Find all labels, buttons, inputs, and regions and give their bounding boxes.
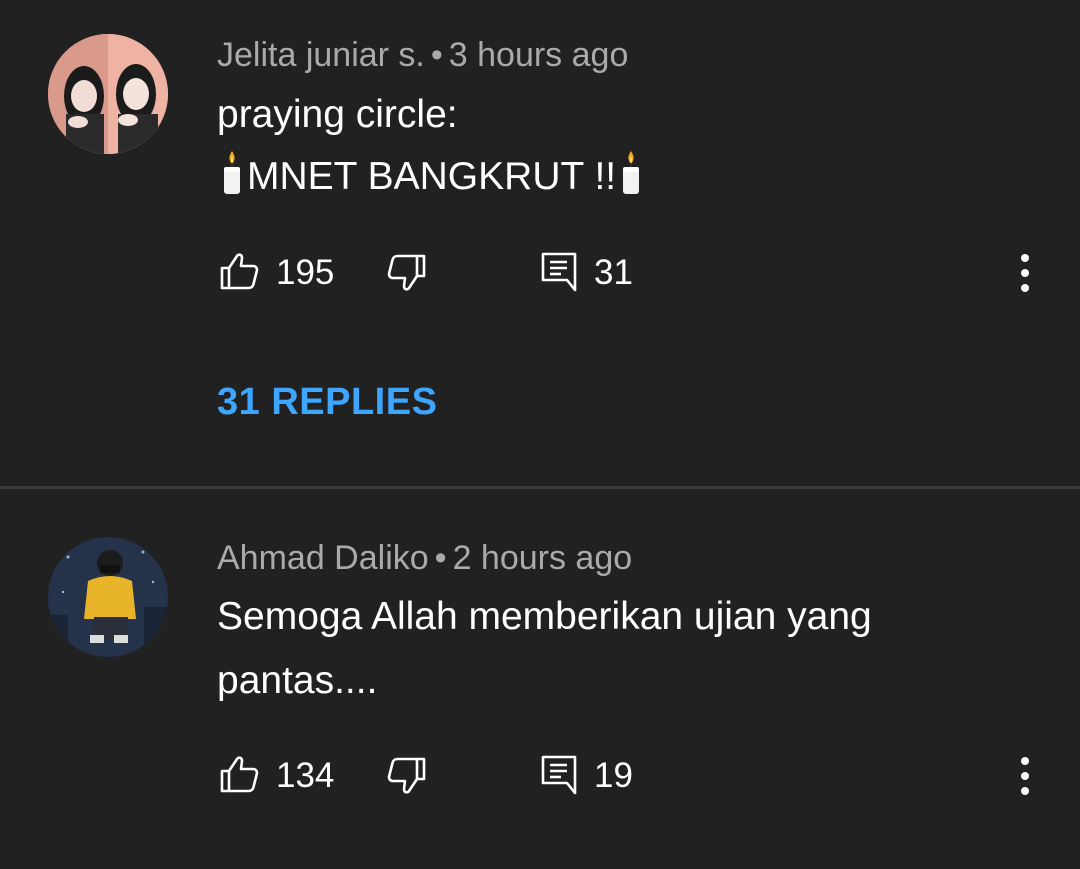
meta-separator: • (430, 36, 443, 74)
comment-time: 2 hours ago (452, 539, 633, 577)
comment-thread-2: Ahmad Daliko • 2 hours ago Semoga Allah me… (0, 489, 1080, 869)
like-count: 134 (276, 756, 335, 795)
comment-actions: 195 31 (0, 248, 1080, 298)
comment-line-2: MNET BANGKRUT !! (217, 146, 977, 208)
candle-icon (224, 151, 240, 194)
comment-line-2-text: MNET BANGKRUT !! (247, 155, 617, 198)
comment-actions: 134 19 (0, 751, 1080, 801)
comment-line-1: praying circle: (217, 93, 458, 136)
more-vertical-icon[interactable] (1010, 754, 1040, 798)
thumbs-down-icon[interactable] (386, 755, 428, 797)
thumbs-up-icon[interactable] (218, 250, 260, 292)
comments-page: Jelita juniar s. • 3 hours ago praying cir… (0, 0, 1080, 869)
view-replies-link[interactable]: 31 REPLIES (217, 380, 437, 424)
comment-author[interactable]: Ahmad Daliko (217, 539, 429, 577)
avatar[interactable] (48, 34, 168, 154)
comment-meta: Jelita juniar s. • 3 hours ago (217, 35, 628, 75)
meta-separator: • (434, 539, 447, 577)
avatar-image-ahmad (48, 537, 168, 657)
thumbs-up-icon[interactable] (218, 753, 260, 795)
comment-line-1: Semoga Allah memberikan ujian yang (217, 595, 872, 638)
like-count: 195 (276, 253, 335, 292)
comment-icon[interactable] (539, 753, 581, 795)
avatar[interactable] (48, 537, 168, 657)
comment-time: 3 hours ago (448, 36, 629, 74)
avatar-image-jelita (48, 34, 168, 154)
comment-icon[interactable] (539, 250, 581, 292)
more-vertical-icon[interactable] (1010, 251, 1040, 295)
thumbs-down-icon[interactable] (386, 252, 428, 294)
comment-thread-1: Jelita juniar s. • 3 hours ago praying cir… (0, 0, 1080, 486)
candle-icon (623, 151, 640, 194)
comment-text: praying circle: MNET BANGKRUT !! (217, 84, 977, 208)
comment-line-2: pantas.... (217, 659, 378, 702)
comment-author[interactable]: Jelita juniar s. (217, 36, 425, 74)
comment-text: Semoga Allah memberikan ujian yang panta… (217, 585, 977, 713)
reply-count: 31 (594, 253, 633, 292)
comment-meta: Ahmad Daliko • 2 hours ago (217, 538, 632, 578)
reply-count: 19 (594, 756, 633, 795)
